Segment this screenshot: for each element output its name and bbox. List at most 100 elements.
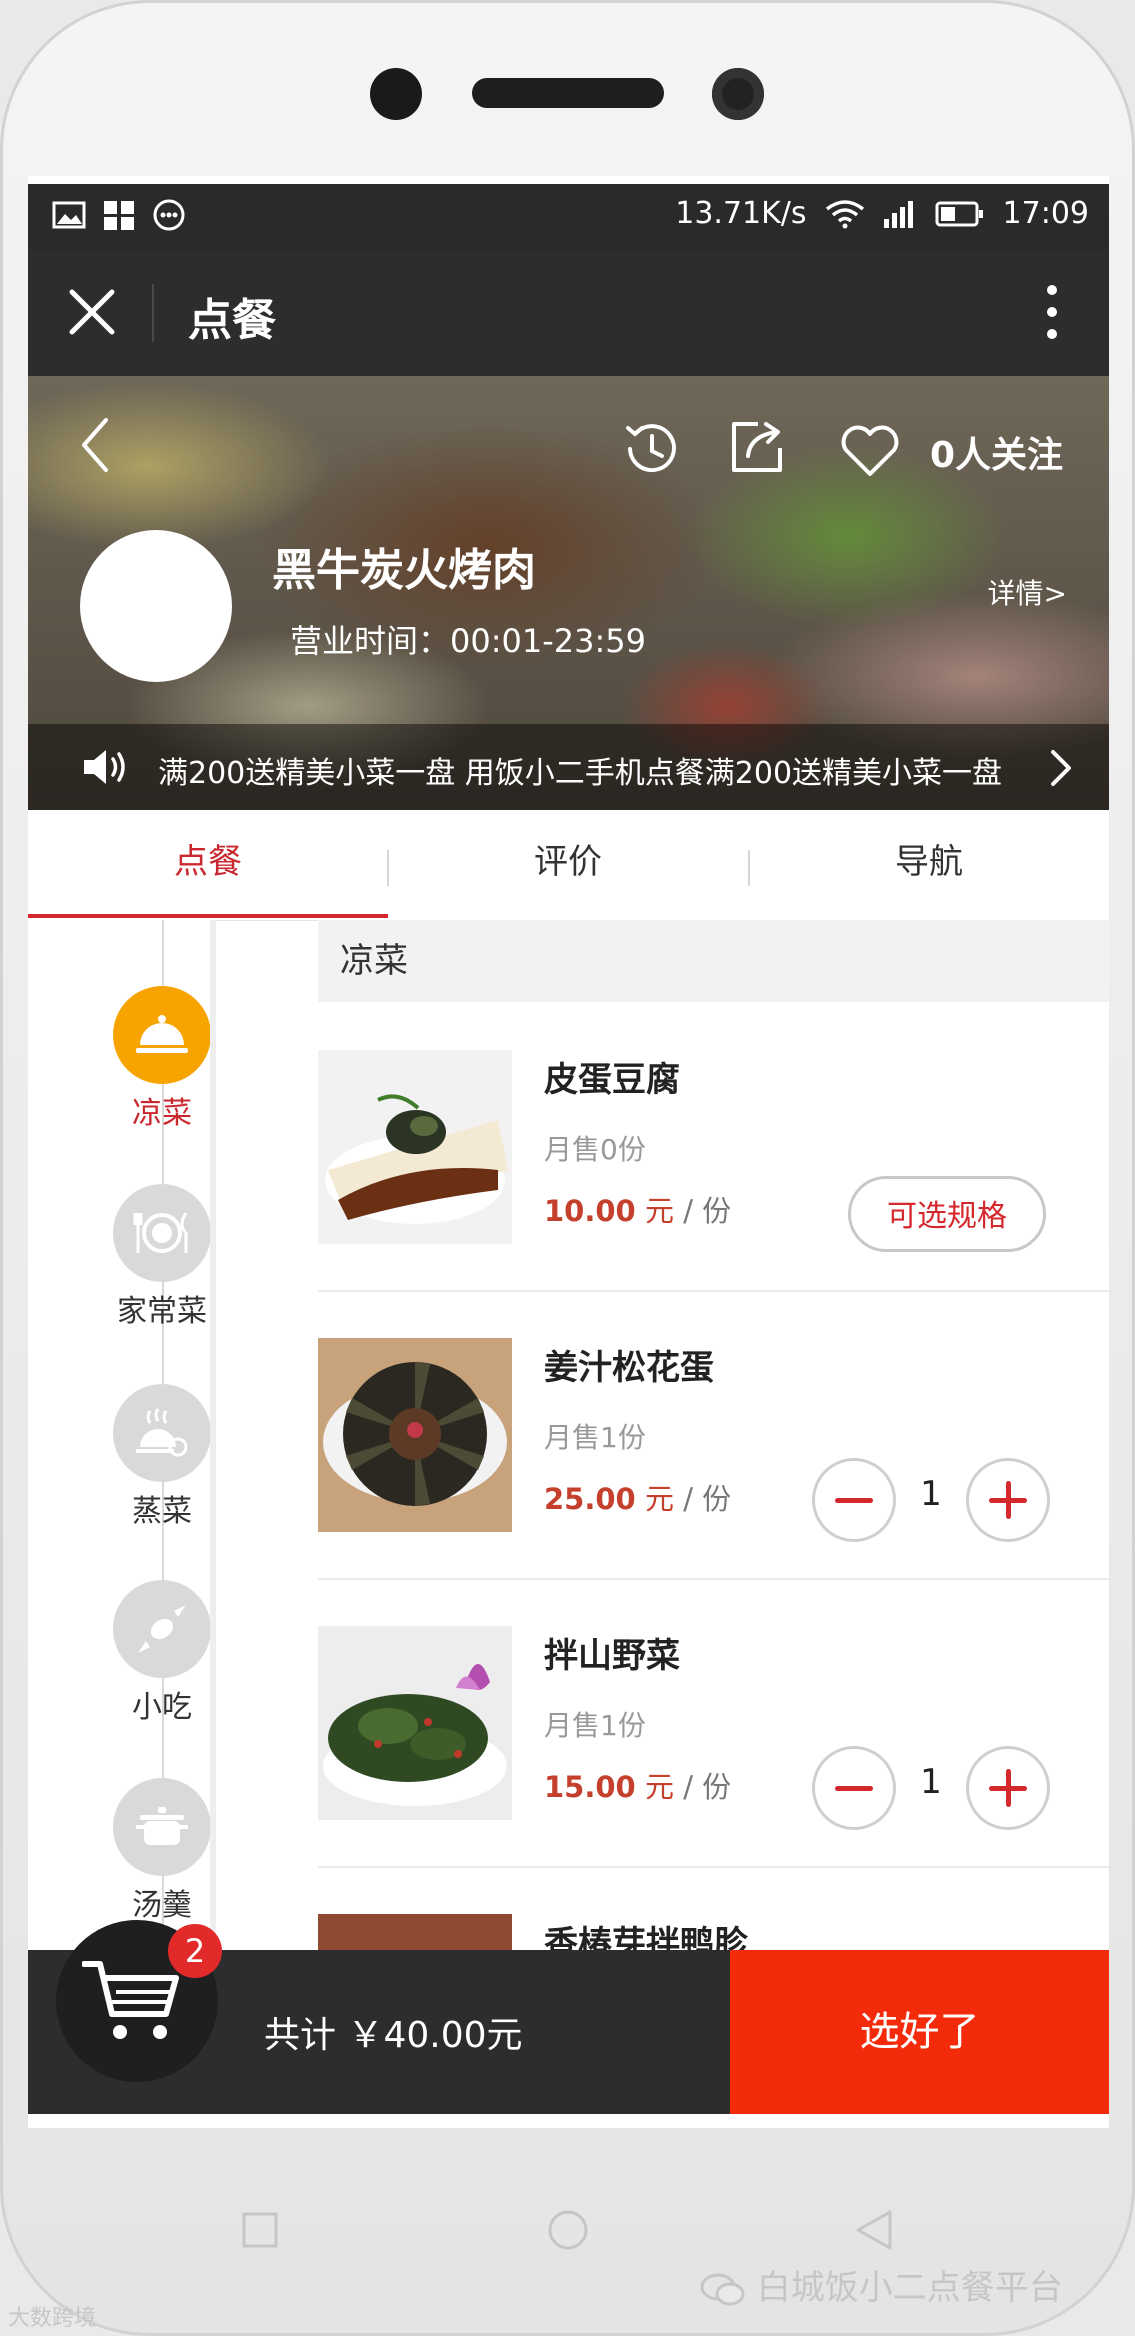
tab-navigation[interactable]: 导航 [749,810,1109,918]
price-unit: / 份 [683,1482,732,1516]
dish-price: 25.00 元 / 份 [544,1476,731,1518]
plate-cutlery-icon [133,1212,188,1253]
apps-icon [104,201,134,230]
back-key-icon[interactable] [854,2208,894,2252]
status-bar: 13.71K/s 17:09 [28,184,1109,250]
sidebar-edge [210,920,216,1950]
signal-icon [883,200,913,228]
follow-count[interactable]: 0人关注 [930,426,1063,478]
confirm-order-button[interactable]: 选好了 [730,1950,1109,2114]
select-spec-button[interactable]: 可选规格 [848,1176,1046,1252]
category-label: 小吃 [132,1690,192,1725]
home-icon[interactable] [546,2208,590,2252]
menu-item: 姜汁松花蛋 月售1份 25.00 元 / 份 1 [318,1290,1109,1580]
candy-icon [138,1605,186,1653]
back-arrow-icon[interactable] [78,416,112,474]
dish-name: 香椿芽拌鸭胗 [544,1924,748,1950]
price-value: 10.00 [544,1194,636,1228]
dish-image[interactable] [318,1338,512,1532]
share-icon[interactable] [728,418,786,476]
pot-icon [136,1807,188,1845]
history-icon[interactable] [620,418,682,480]
announcement-text: 满200送精美小菜一盘 用饭小二手机点餐满200送精美小菜一盘 [158,756,1003,791]
category-item-snacks[interactable]: 小吃 [106,1580,218,1726]
announcement-bar[interactable]: 满200送精美小菜一盘 用饭小二手机点餐满200送精美小菜一盘 [28,724,1109,810]
dish-image[interactable] [318,1626,512,1820]
price-unit: / 份 [683,1770,732,1804]
dish-name: 皮蛋豆腐 [544,1060,680,1100]
network-speed: 13.71K/s [675,196,807,231]
dish-image[interactable] [318,1914,512,1950]
battery-icon [935,201,983,226]
message-icon [153,199,185,231]
category-item-home-dishes[interactable]: 家常菜 [106,1184,218,1330]
monthly-sales: 月售0份 [544,1133,646,1166]
earpiece-speaker [472,78,664,108]
category-item-soups[interactable]: 汤羹 [106,1778,218,1924]
category-item-steamed[interactable]: 蒸菜 [106,1384,218,1530]
page-title: 点餐 [188,295,276,346]
dish-image[interactable] [318,1050,512,1244]
cart-count-badge: 2 [168,1924,222,1978]
clock: 17:09 [1002,196,1089,231]
cart-total: 共计 ￥40.00元 [264,2015,523,2056]
menu-item: 香椿芽拌鸭胗 [318,1866,1109,1950]
shopping-cart-icon [82,1961,179,2039]
quantity-value: 1 [920,1474,942,1514]
business-hours: 营业时间：00:01-23:59 [290,622,646,660]
category-label: 凉菜 [132,1096,192,1131]
menu-item: 皮蛋豆腐 月售0份 10.00 元 / 份 可选规格 [318,1002,1109,1292]
active-tab-indicator [28,914,388,918]
cloche-icon [136,1015,188,1053]
decrease-quantity-button[interactable] [812,1746,896,1830]
quantity-value: 1 [920,1762,942,1802]
increase-quantity-button[interactable] [966,1746,1050,1830]
app-top-bar: 点餐 [28,250,1109,376]
currency-unit: 元 [644,1770,674,1804]
speaker-icon [84,750,125,784]
recent-apps-icon[interactable] [240,2210,280,2250]
increase-quantity-button[interactable] [966,1458,1050,1542]
category-label: 汤羹 [132,1888,192,1923]
price-value: 15.00 [544,1770,636,1804]
tab-reviews[interactable]: 评价 [388,810,748,918]
phone-frame: 13.71K/s 17:09 点餐 0人关注 黑牛炭火烤肉 营业时间：00:01… [0,0,1135,2336]
dish-name: 拌山野菜 [544,1636,680,1676]
category-item-cold-dishes[interactable]: 凉菜 [106,986,218,1132]
currency-unit: 元 [644,1194,674,1228]
dish-price: 15.00 元 / 份 [544,1764,731,1806]
proximity-sensor [370,68,422,120]
menu-item: 拌山野菜 月售1份 15.00 元 / 份 1 [318,1578,1109,1868]
heart-icon[interactable] [838,422,902,478]
category-label: 家常菜 [117,1294,207,1329]
details-link[interactable]: 详情> [988,572,1067,612]
steamer-icon [136,1408,188,1457]
currency-unit: 元 [644,1482,674,1516]
app-screen: 13.71K/s 17:09 点餐 0人关注 黑牛炭火烤肉 营业时间：00:01… [28,176,1109,2128]
watermark-text: 白城饭小二点餐平台 [756,2268,1063,2308]
front-camera [712,68,764,120]
dish-price: 10.00 元 / 份 [544,1188,731,1230]
shop-avatar [80,530,232,682]
decrease-quantity-button[interactable] [812,1458,896,1542]
price-value: 25.00 [544,1482,636,1516]
watermark: 白城饭小二点餐平台 [700,2260,1063,2309]
category-sidebar: 凉菜 家常菜 蒸菜 小吃 汤羹 [28,920,211,1950]
shop-name: 黑牛炭火烤肉 [272,545,536,596]
gallery-icon [52,201,86,229]
watermark-small: 大数跨境 [8,2306,97,2331]
menu-list: 凉菜 皮蛋豆腐 月售0份 10.00 元 / 份 可选规格 姜汁松花蛋 月售1份… [318,920,1109,1950]
tab-bar: 点餐 评价 导航 [28,810,1109,921]
close-icon[interactable] [64,284,120,340]
tab-order[interactable]: 点餐 [28,810,388,918]
price-unit: / 份 [683,1194,732,1228]
wifi-icon [825,199,864,228]
cart-bar: 2 共计 ￥40.00元 选好了 [28,1920,1109,2114]
topbar-divider [152,284,154,342]
section-header: 凉菜 [318,920,1109,1002]
dish-name: 姜汁松花蛋 [544,1348,714,1388]
monthly-sales: 月售1份 [544,1709,646,1742]
more-options-icon[interactable] [1045,282,1059,342]
shop-header: 0人关注 黑牛炭火烤肉 营业时间：00:01-23:59 详情> 满200送精美… [28,376,1109,810]
monthly-sales: 月售1份 [544,1421,646,1454]
